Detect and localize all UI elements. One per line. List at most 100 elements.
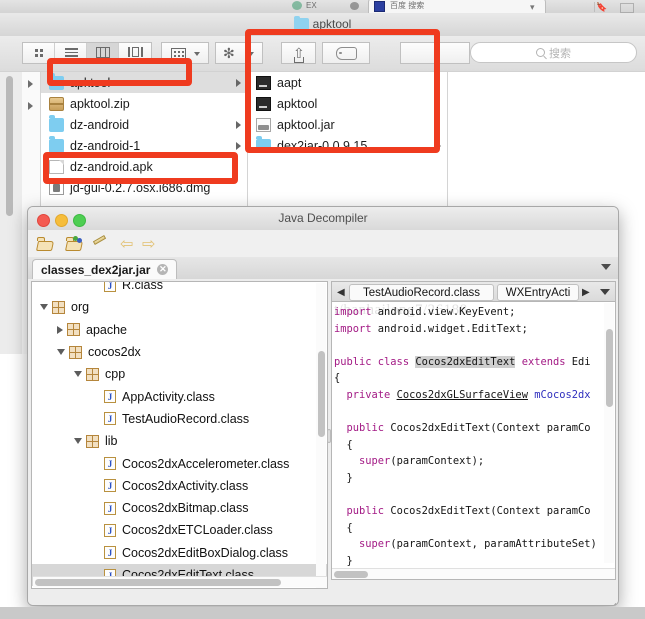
search-placeholder-text: 搜索 [549, 45, 571, 61]
right-arrow-icon[interactable]: ▶ [582, 288, 590, 298]
code-line [334, 487, 597, 504]
code-line [334, 404, 597, 421]
code-horizontal-scrollbar[interactable] [332, 568, 615, 579]
finder-item-label: aapt [277, 76, 301, 90]
toolbar-divider [594, 2, 595, 12]
disclosure-arrow-icon[interactable] [436, 142, 441, 150]
chevron-down-icon[interactable]: ▾ [530, 2, 535, 12]
chevron-down-icon [248, 52, 254, 56]
view-column-button[interactable] [87, 43, 119, 63]
tree-vertical-scrollbar[interactable] [316, 283, 326, 589]
jd-code-panel: ◀ TestAudioRecord.class WXEntryActi ▶ t/… [331, 281, 616, 601]
disclosure-arrow-icon[interactable] [236, 121, 241, 129]
search-input[interactable]: 搜索 [470, 42, 637, 63]
search-icon[interactable] [91, 235, 109, 252]
chevron-down-icon[interactable] [601, 264, 611, 270]
tree-node-appactivity-class[interactable]: JAppActivity.class [32, 385, 327, 407]
twisty-open-icon[interactable] [74, 371, 82, 377]
finder-item-dz-android-apk[interactable]: dz-android.apk [41, 156, 247, 177]
sidebar-scrollbar-thumb[interactable] [6, 76, 13, 216]
finder-titlebar[interactable]: apktool [0, 13, 645, 37]
forward-arrow-icon[interactable]: ⇨ [142, 237, 155, 253]
tree-node-cocos2dxbitmap-class[interactable]: JCocos2dxBitmap.class [32, 497, 327, 519]
finder-item-jd-gui-0-2-7-osx-i686-dmg[interactable]: jd-gui-0.2.7.osx.i686.dmg [41, 177, 247, 198]
twisty-open-icon[interactable] [40, 304, 48, 310]
code-vertical-scrollbar-thumb[interactable] [606, 329, 613, 407]
finder-item-apktool[interactable]: apktool [41, 72, 247, 93]
disclosure-arrow-icon[interactable] [236, 142, 241, 150]
finder-item-label: dz-android-1 [70, 139, 140, 153]
left-arrow-icon[interactable]: ◀ [337, 288, 345, 298]
tree-horizontal-scrollbar-thumb[interactable] [35, 579, 281, 586]
finder-item-label: apktool [277, 97, 317, 111]
jd-file-tab[interactable]: classes_dex2jar.jar ✕ [32, 259, 177, 279]
editor-tab-0[interactable]: TestAudioRecord.class [349, 284, 494, 301]
tree-vertical-scrollbar-thumb[interactable] [318, 351, 325, 437]
editor-tab-1[interactable]: WXEntryActi [497, 284, 579, 301]
tag-button[interactable] [322, 42, 370, 64]
finder-item-apktool-jar[interactable]: apktool.jar [248, 114, 447, 135]
browser-tab-strip: EX 百度 搜索 ▾ 🔖 [0, 0, 645, 14]
browser-tab-3-title: 百度 搜索 [390, 1, 490, 11]
tree-node-cocos2dx[interactable]: cocos2dx [32, 341, 327, 363]
finder-window-title: apktool [0, 17, 645, 32]
disclosure-arrow-icon[interactable] [236, 79, 241, 87]
twisty-closed-icon[interactable] [57, 326, 63, 334]
finder-item-apktool-zip[interactable]: apktool.zip [41, 93, 247, 114]
open-type-icon[interactable] [66, 235, 84, 252]
jd-code-editor[interactable]: t/hanhailong7/26188 import android.view.… [331, 302, 616, 580]
folder-icon [49, 76, 64, 90]
disclosure-triangle-apktool-zip[interactable] [28, 102, 33, 110]
tree-node-apache[interactable]: apache [32, 319, 327, 341]
finder-item-dz-android-1[interactable]: dz-android-1 [41, 135, 247, 156]
view-coverflow-button[interactable] [119, 43, 151, 63]
twisty-open-icon[interactable] [57, 349, 65, 355]
arrange-button[interactable] [161, 42, 209, 64]
dmg-icon [49, 181, 64, 195]
code-line: public Cocos2dxEditText(Context paramCo [334, 503, 597, 520]
back-arrow-icon[interactable]: ⇦ [120, 237, 133, 253]
tree-node-r-class[interactable]: JR.class [32, 281, 327, 296]
finder-item-label: apktool.jar [277, 118, 335, 132]
code-token [334, 538, 359, 550]
share-button[interactable]: ⇧ [281, 42, 316, 64]
twisty-open-icon[interactable] [74, 438, 82, 444]
tree-node-org[interactable]: org [32, 296, 327, 318]
chevron-down-icon[interactable] [600, 289, 610, 295]
action-menu-button[interactable]: ✻ [215, 42, 263, 64]
package-icon [52, 301, 65, 314]
finder-item-dex2jar-0-0-9-15[interactable]: dex2jar-0.0.9.15 [248, 135, 447, 156]
close-icon[interactable]: ✕ [157, 264, 168, 275]
tree-node-testaudiorecord-class[interactable]: JTestAudioRecord.class [32, 408, 327, 430]
bookmark-icon[interactable]: 🔖 [596, 2, 607, 12]
editor-tab-0-label: TestAudioRecord.class [363, 287, 480, 299]
tree-node-cocos2dxactivity-class[interactable]: JCocos2dxActivity.class [32, 475, 327, 497]
disclosure-triangle-apktool[interactable] [28, 80, 33, 88]
finder-title-text: apktool [313, 17, 352, 31]
finder-item-dz-android[interactable]: dz-android [41, 114, 247, 135]
code-vertical-scrollbar[interactable] [604, 303, 614, 563]
executable-icon [256, 76, 271, 90]
tree-node-cpp[interactable]: cpp [32, 363, 327, 385]
tree-node-lib[interactable]: lib [32, 430, 327, 452]
jd-titlebar[interactable]: Java Decompiler [28, 207, 618, 231]
view-list-button[interactable] [55, 43, 87, 63]
code-token: { [334, 372, 340, 384]
code-line: { [334, 437, 597, 454]
code-horizontal-scrollbar-thumb[interactable] [334, 571, 368, 578]
finder-item-apktool[interactable]: apktool [248, 93, 447, 114]
view-icon-button[interactable] [23, 43, 55, 63]
finder-sidebar[interactable] [0, 72, 23, 354]
finder-item-aapt[interactable]: aapt [248, 72, 447, 93]
open-file-icon[interactable] [37, 235, 55, 252]
tree-horizontal-scrollbar[interactable] [33, 576, 328, 587]
desktop-background [0, 607, 645, 619]
tree-node-cocos2dxetcloader-class[interactable]: JCocos2dxETCLoader.class [32, 519, 327, 541]
tree-node-cocos2dxeditboxdialog-class[interactable]: JCocos2dxEditBoxDialog.class [32, 542, 327, 564]
window-icon[interactable] [620, 3, 634, 13]
code-token: private [347, 389, 391, 401]
tree-node-cocos2dxaccelerometer-class[interactable]: JCocos2dxAccelerometer.class [32, 452, 327, 474]
code-line: { [334, 520, 597, 537]
view-mode-segmented-control[interactable] [22, 42, 152, 64]
window-resize-grip[interactable] [604, 593, 616, 605]
